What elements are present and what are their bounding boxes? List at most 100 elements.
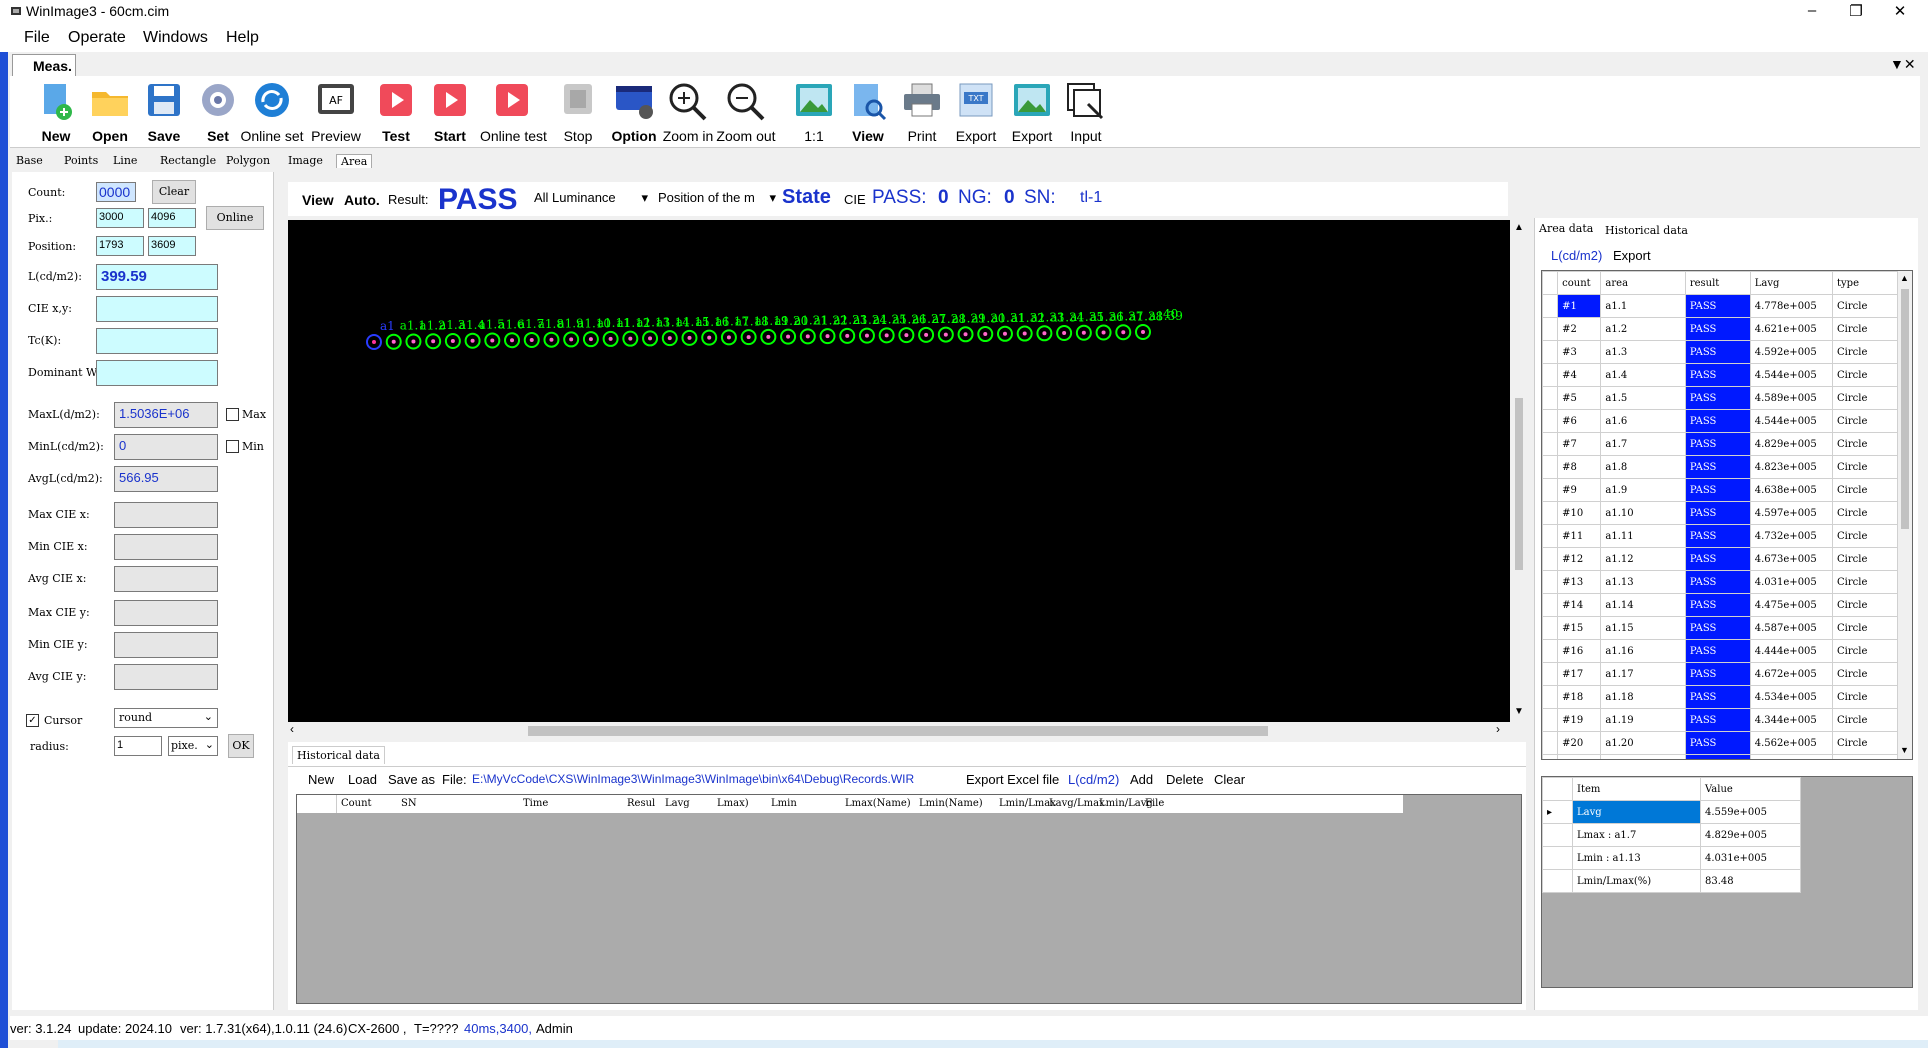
ok-button[interactable]: OK (228, 734, 254, 758)
scroll-thumb[interactable] (1515, 398, 1523, 570)
table-row[interactable]: #5 a1.5 PASS 4.589e+005 Circle (1542, 386, 1898, 410)
table-row[interactable]: #8 a1.8 PASS 4.823e+005 Circle (1542, 455, 1898, 479)
history-column-header[interactable]: Lmax(Name) (845, 798, 911, 809)
table-row[interactable]: #2 a1.2 PASS 4.621e+005 Circle (1542, 317, 1898, 341)
toolbar-online-set-button[interactable]: Online set (240, 80, 304, 146)
menu-help[interactable]: Help (226, 29, 259, 47)
history-column-header[interactable]: Resul (627, 798, 655, 809)
table-row[interactable]: #18 a1.18 PASS 4.534e+005 Circle (1542, 685, 1898, 709)
view-button[interactable]: View (302, 192, 334, 208)
table-row[interactable]: Lmin : a1.13 4.031e+005 (1542, 846, 1801, 870)
history-column-header[interactable]: Lmax) (717, 798, 749, 809)
canvas-vertical-scrollbar[interactable]: ▲ ▼ (1512, 220, 1526, 722)
luminance-select[interactable]: All Luminance ▾ (534, 190, 652, 210)
toolbar-preview-button[interactable]: AF Preview (304, 80, 368, 146)
min-checkbox[interactable] (226, 440, 239, 453)
scroll-up-icon[interactable]: ▲ (1514, 222, 1524, 233)
online-button[interactable]: Online (206, 206, 264, 230)
area-column-header[interactable]: type (1832, 271, 1898, 295)
position-y-input[interactable]: 3609 (148, 236, 196, 256)
table-row[interactable]: #4 a1.4 PASS 4.544e+005 Circle (1542, 363, 1898, 387)
table-row[interactable]: #20 a1.20 PASS 4.562e+005 Circle (1542, 731, 1898, 755)
area-grid-scrollbar[interactable]: ▲ ▼ (1898, 271, 1912, 759)
menu-file[interactable]: File (24, 29, 50, 47)
summary-grid[interactable]: Item Value ▸ Lavg 4.559e+005 Lmax : a1.7 4.829… (1541, 776, 1913, 988)
table-row[interactable]: #11 a1.11 PASS 4.732e+005 Circle (1542, 524, 1898, 548)
history-column-header[interactable]: Time (523, 798, 548, 809)
history-saveas-button[interactable]: Save as (388, 772, 435, 787)
toolbar-zoom-out-button[interactable]: Zoom out (714, 80, 778, 146)
history-new-button[interactable]: New (308, 772, 334, 787)
tab-line[interactable]: Line (113, 154, 137, 167)
tab-right-historical-data[interactable]: Historical data (1605, 224, 1688, 237)
toolbar-start-button[interactable]: Start (418, 80, 482, 146)
auto-button[interactable]: Auto. (344, 192, 380, 208)
tab-polygon[interactable]: Polygon (226, 154, 270, 167)
canvas-horizontal-scrollbar[interactable]: ‹ › (288, 722, 1510, 738)
history-add-button[interactable]: Add (1130, 772, 1153, 787)
restore-button[interactable]: ❐ (1836, 2, 1876, 20)
table-row[interactable]: Lmax : a1.7 4.829e+005 (1542, 823, 1801, 847)
max-checkbox[interactable] (226, 408, 239, 421)
scroll-right-icon[interactable]: › (1496, 722, 1500, 736)
clear-button[interactable]: Clear (152, 180, 196, 204)
area-unit[interactable]: L(cd/m2) (1551, 248, 1602, 263)
table-row[interactable]: #6 a1.6 PASS 4.544e+005 Circle (1542, 409, 1898, 433)
history-column-header[interactable]: Lmin(Name) (919, 798, 983, 809)
area-column-header[interactable]: area (1600, 271, 1686, 295)
toolbar-zoom-in-button[interactable]: Zoom in (656, 80, 720, 146)
table-row[interactable]: #9 a1.9 PASS 4.638e+005 Circle (1542, 478, 1898, 502)
table-row[interactable]: #1 a1.1 PASS 4.778e+005 Circle (1542, 294, 1898, 318)
doc-tab-meas[interactable]: Meas. (12, 54, 76, 76)
area-grid[interactable]: count area result Lavg type #1 a1.1 PASS 4.778e+… (1541, 270, 1913, 760)
area-column-header[interactable]: count (1557, 271, 1602, 295)
table-row[interactable]: ▸ Lavg 4.559e+005 (1542, 800, 1801, 824)
history-clear-button[interactable]: Clear (1214, 772, 1245, 787)
cursor-checkbox[interactable]: ✓ (26, 714, 39, 727)
minimize-button[interactable]: – (1792, 2, 1832, 19)
menu-operate[interactable]: Operate (68, 29, 126, 47)
tab-area[interactable]: Area (336, 154, 373, 168)
table-row[interactable]: #12 a1.12 PASS 4.673e+005 Circle (1542, 547, 1898, 571)
scroll-up-icon[interactable]: ▲ (1900, 273, 1909, 283)
history-grid[interactable]: Count SN Time Resul Lavg Lmax) Lmin Lmax(Name) L… (296, 794, 1522, 1004)
menu-windows[interactable]: Windows (143, 29, 208, 47)
history-file-path[interactable]: E:\MyVcCode\CXS\WinImage3\WinImage3\WinI… (472, 772, 914, 786)
history-column-header[interactable]: Lavg/Lmax (1049, 798, 1105, 809)
scroll-thumb[interactable] (528, 726, 1268, 736)
pix-width-input[interactable]: 3000 (96, 208, 144, 228)
area-column-header[interactable]: Lavg (1749, 271, 1834, 295)
table-row[interactable]: #13 a1.13 PASS 4.031e+005 Circle (1542, 570, 1898, 594)
scroll-left-icon[interactable]: ‹ (290, 722, 294, 736)
history-unit[interactable]: L(cd/m2) (1068, 772, 1119, 787)
tab-area-data[interactable]: Area data (1539, 222, 1593, 235)
toolbar-export-button[interactable]: TXT Export (944, 80, 1008, 146)
toolbar-stop-button[interactable]: Stop (546, 80, 610, 146)
image-canvas[interactable]: a1 a1.1 a1.2 a1.3 a1.4 a1.5 a1.6 a1.7 a1.8 a1.9 a1… (288, 220, 1510, 722)
position-x-input[interactable]: 1793 (96, 236, 144, 256)
cursor-shape-select[interactable]: round ⌄ (114, 708, 218, 728)
toolbar-online-test-button[interactable]: Online test (480, 80, 547, 146)
history-delete-button[interactable]: Delete (1166, 772, 1204, 787)
summary-column-header[interactable]: Item (1572, 777, 1701, 801)
pix-height-input[interactable]: 4096 (148, 208, 196, 228)
toolbar-input-button[interactable]: Input (1054, 80, 1118, 146)
tab-image[interactable]: Image (288, 154, 323, 167)
table-row[interactable]: #3 a1.3 PASS 4.592e+005 Circle (1542, 340, 1898, 364)
history-column-header[interactable]: Count (341, 798, 372, 809)
scroll-down-icon[interactable]: ▼ (1900, 745, 1909, 755)
table-row[interactable]: Lmin/Lmax(%) 83.48 (1542, 869, 1801, 893)
summary-column-header[interactable]: Value (1700, 777, 1801, 801)
history-column-header[interactable]: Lavg (665, 798, 690, 809)
history-load-button[interactable]: Load (348, 772, 377, 787)
table-row[interactable]: #14 a1.14 PASS 4.475e+005 Circle (1542, 593, 1898, 617)
export-excel-button[interactable]: Export Excel file (966, 772, 1059, 787)
scroll-thumb[interactable] (1901, 289, 1909, 529)
history-column-header[interactable]: Lmin/Lmax (999, 798, 1056, 809)
table-row[interactable]: #7 a1.7 PASS 4.829e+005 Circle (1542, 432, 1898, 456)
history-column-header[interactable]: File (1145, 798, 1164, 809)
tab-rectangle[interactable]: Rectangle (160, 154, 216, 167)
table-row[interactable]: #16 a1.16 PASS 4.444e+005 Circle (1542, 639, 1898, 663)
doc-close-icon[interactable]: ▼✕ (1890, 56, 1916, 73)
table-row[interactable]: #10 a1.10 PASS 4.597e+005 Circle (1542, 501, 1898, 525)
